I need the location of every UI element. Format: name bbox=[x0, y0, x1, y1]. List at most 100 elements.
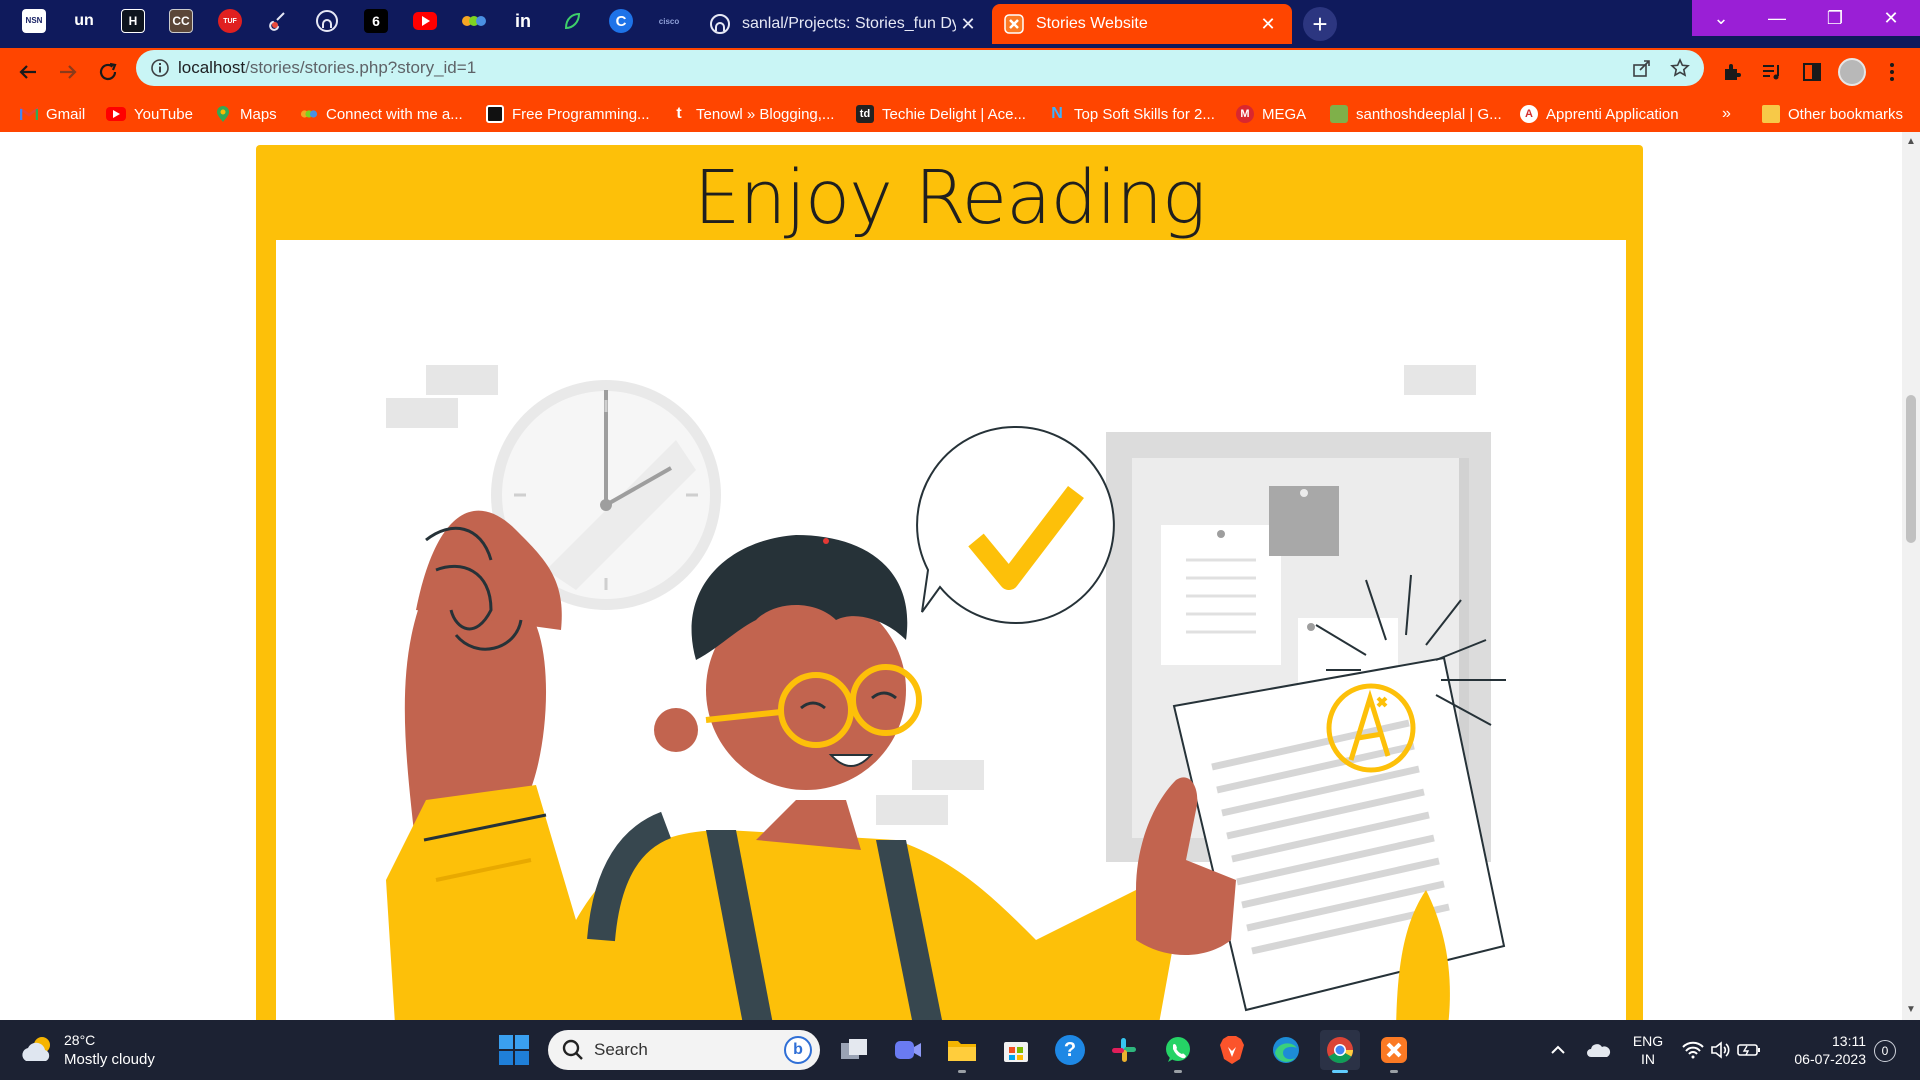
pinned-tab-tuf[interactable]: TUF bbox=[206, 0, 254, 42]
share-icon[interactable] bbox=[1630, 56, 1654, 80]
bookmark-label: Apprenti Application bbox=[1546, 105, 1679, 123]
task-view-button[interactable] bbox=[834, 1030, 874, 1070]
whatsapp-app-button[interactable] bbox=[1158, 1030, 1198, 1073]
pinned-tab-youtube[interactable] bbox=[401, 0, 449, 42]
bookmark-mega[interactable]: M MEGA bbox=[1236, 103, 1306, 125]
forward-button[interactable] bbox=[52, 56, 84, 88]
show-hidden-icons-button[interactable] bbox=[1544, 1020, 1572, 1080]
minimize-button[interactable]: — bbox=[1748, 0, 1806, 36]
close-window-button[interactable]: ✕ bbox=[1862, 0, 1920, 36]
avatar bbox=[1838, 58, 1866, 86]
xampp-icon bbox=[1004, 14, 1024, 34]
microsoft-store-button[interactable] bbox=[996, 1030, 1036, 1070]
profile-avatar[interactable] bbox=[1836, 56, 1868, 88]
onedrive-button[interactable] bbox=[1584, 1020, 1614, 1080]
unacademy-icon: un bbox=[74, 12, 94, 29]
new-tab-button[interactable]: + bbox=[1303, 7, 1337, 41]
back-arrow-icon bbox=[19, 65, 36, 79]
bookmark-star-icon[interactable] bbox=[1668, 56, 1692, 80]
tab-title: Stories Website bbox=[1036, 15, 1148, 32]
meet-app-button[interactable] bbox=[888, 1030, 928, 1070]
brave-lion-icon bbox=[1220, 1036, 1244, 1064]
bookmark-gmail[interactable]: Gmail bbox=[20, 103, 85, 125]
xampp-icon bbox=[1381, 1037, 1407, 1063]
tenowl-icon: t bbox=[676, 105, 682, 122]
input-language-indicator[interactable]: ENG IN bbox=[1630, 1032, 1666, 1068]
windows-taskbar: 28°C Mostly cloudy Search b ? ENG IN 13:… bbox=[0, 1020, 1920, 1080]
bookmark-label: Gmail bbox=[46, 105, 86, 123]
bookmark-tenowl[interactable]: t Tenowl » Blogging,... bbox=[670, 103, 834, 125]
system-clock[interactable]: 13:11 06-07-2023 bbox=[1776, 1032, 1866, 1068]
restore-button[interactable]: ❐ bbox=[1806, 0, 1864, 36]
info-icon[interactable] bbox=[150, 58, 170, 78]
video-call-icon bbox=[895, 1041, 921, 1059]
pinned-tab-leaf[interactable] bbox=[548, 0, 596, 42]
bing-icon[interactable]: b bbox=[784, 1036, 812, 1064]
active-app-indicator bbox=[1332, 1070, 1348, 1073]
chrome-app-button[interactable] bbox=[1320, 1030, 1360, 1073]
tab-search-button[interactable]: ⌄ bbox=[1692, 0, 1750, 36]
pinned-tab-github[interactable] bbox=[303, 0, 351, 42]
reload-button[interactable] bbox=[92, 56, 124, 88]
windows-start-icon[interactable] bbox=[498, 1034, 530, 1066]
linkedin-icon: in bbox=[515, 10, 531, 31]
bookmark-apprenti[interactable]: A Apprenti Application bbox=[1520, 103, 1679, 125]
close-tab-icon[interactable]: ✕ bbox=[1256, 12, 1280, 36]
other-bookmarks-folder[interactable]: Other bookmarks bbox=[1762, 103, 1903, 125]
tab-github-projects[interactable]: sanlal/Projects: Stories_fun Dynamic ✕ bbox=[698, 4, 992, 44]
file-explorer-button[interactable] bbox=[942, 1030, 982, 1073]
volume-button[interactable] bbox=[1708, 1020, 1734, 1080]
pinned-tab-hackerrank[interactable]: H bbox=[109, 0, 157, 42]
youtube-icon bbox=[106, 107, 126, 121]
pinned-tab-linkedin[interactable]: in bbox=[499, 0, 547, 42]
bookmark-label: santhoshdeeplal | G... bbox=[1356, 105, 1502, 123]
address-bar[interactable]: localhost/stories/stories.php?story_id=1 bbox=[136, 50, 1704, 86]
link-icon bbox=[462, 16, 486, 26]
pinned-tab-guitar[interactable] bbox=[255, 0, 303, 42]
bookmark-soft-skills[interactable]: N Top Soft Skills for 2... bbox=[1048, 103, 1215, 125]
pinned-tab-unacademy[interactable]: un bbox=[60, 0, 108, 42]
pinned-tab-codechef[interactable]: CC bbox=[157, 0, 205, 42]
close-tab-icon[interactable]: ✕ bbox=[956, 12, 980, 36]
media-control-icon[interactable] bbox=[1756, 56, 1788, 88]
wifi-button[interactable] bbox=[1680, 1020, 1706, 1080]
scrollbar-thumb[interactable] bbox=[1906, 395, 1916, 543]
side-panel-icon[interactable] bbox=[1796, 56, 1828, 88]
pinned-tab-c[interactable]: C bbox=[597, 0, 645, 42]
pinned-tab-cisco[interactable]: cisco bbox=[645, 0, 693, 42]
taskbar-search-box[interactable]: Search b bbox=[548, 1030, 820, 1070]
menu-kebab-icon[interactable] bbox=[1876, 56, 1908, 88]
pinned-tab-link[interactable] bbox=[450, 0, 498, 42]
edge-app-button[interactable] bbox=[1266, 1030, 1306, 1070]
xampp-app-button[interactable] bbox=[1374, 1030, 1414, 1073]
page-viewport: Enjoy Reading bbox=[0, 132, 1920, 1020]
help-app-button[interactable]: ? bbox=[1050, 1030, 1090, 1070]
tab-stories-website[interactable]: Stories Website ✕ bbox=[992, 4, 1292, 44]
scroll-up-arrow-icon[interactable]: ▲ bbox=[1905, 136, 1917, 148]
slack-app-button[interactable] bbox=[1104, 1030, 1144, 1070]
bookmark-connect[interactable]: Connect with me a... bbox=[300, 103, 463, 125]
running-indicator bbox=[958, 1070, 966, 1073]
notification-badge[interactable]: 0 bbox=[1874, 1040, 1896, 1062]
brave-app-button[interactable] bbox=[1212, 1030, 1252, 1070]
techie-delight-icon: td bbox=[856, 105, 874, 123]
pinned-tab-github-dark[interactable]: 6 bbox=[352, 0, 400, 42]
page-scrollbar[interactable]: ▲ ▼ bbox=[1902, 132, 1920, 1020]
bookmark-maps[interactable]: Maps bbox=[214, 103, 277, 125]
scroll-down-arrow-icon[interactable]: ▼ bbox=[1905, 1004, 1917, 1016]
clock-time: 13:11 bbox=[1832, 1033, 1866, 1049]
back-button[interactable] bbox=[12, 56, 44, 88]
bookmark-santhosh[interactable]: santhoshdeeplal | G... bbox=[1330, 103, 1502, 125]
bookmark-techie-delight[interactable]: td Techie Delight | Ace... bbox=[856, 103, 1026, 125]
battery-button[interactable] bbox=[1736, 1020, 1762, 1080]
checkmark-bubble-icon bbox=[916, 425, 1115, 624]
bookmarks-overflow-button[interactable]: » bbox=[1722, 103, 1731, 125]
extensions-icon[interactable] bbox=[1716, 56, 1748, 88]
pinned-tab-nsn[interactable]: NSN bbox=[10, 0, 58, 42]
battery-charging-icon bbox=[1737, 1044, 1760, 1056]
bookmark-free-programming[interactable]: Free Programming... bbox=[486, 103, 650, 125]
clock-date: 06-07-2023 bbox=[1794, 1051, 1866, 1067]
search-placeholder: Search bbox=[594, 1040, 648, 1059]
folder-icon bbox=[1762, 105, 1780, 123]
bookmark-youtube[interactable]: YouTube bbox=[106, 103, 193, 125]
